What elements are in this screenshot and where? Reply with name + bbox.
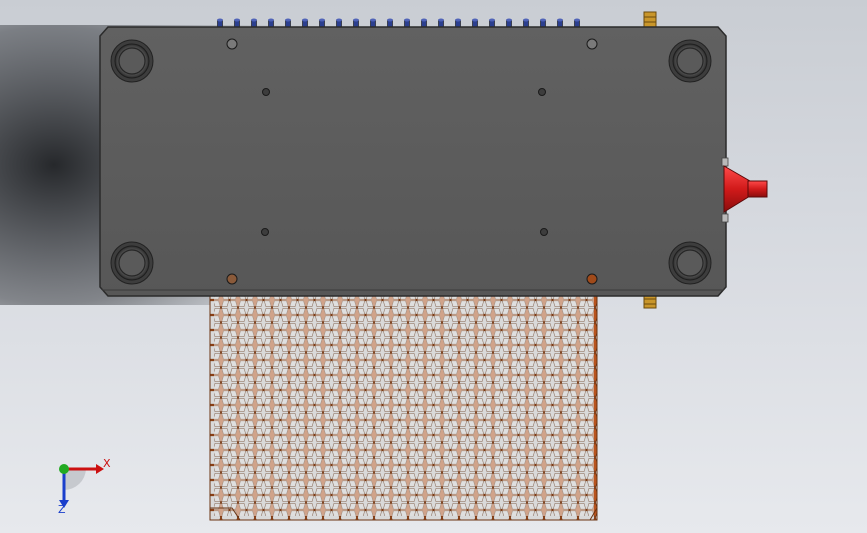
plate-hole	[586, 38, 598, 50]
guide-bushing[interactable]	[668, 241, 712, 285]
honeycomb-mesh[interactable]	[209, 291, 598, 521]
mold-plate[interactable]	[99, 26, 727, 297]
plate-hole	[262, 88, 270, 96]
guide-bushing[interactable]	[110, 39, 154, 83]
plate-hole	[538, 88, 546, 96]
model-scene[interactable]: X Z	[0, 0, 867, 533]
cad-viewport[interactable]: X Z	[0, 0, 867, 533]
guide-bushing[interactable]	[668, 39, 712, 83]
guide-bushing[interactable]	[110, 241, 154, 285]
coordinate-triad: X Z	[58, 457, 111, 516]
plate-hole	[261, 228, 269, 236]
plate-hole	[586, 273, 598, 285]
brass-fitting-top[interactable]	[643, 11, 657, 28]
x-axis-label: X	[103, 457, 111, 470]
plate-hole	[540, 228, 548, 236]
sprue-nozzle[interactable]	[721, 157, 768, 223]
z-axis-label: Z	[58, 503, 66, 516]
plate-hole	[226, 273, 238, 285]
y-axis-dot	[59, 464, 69, 474]
plate-hole	[226, 38, 238, 50]
